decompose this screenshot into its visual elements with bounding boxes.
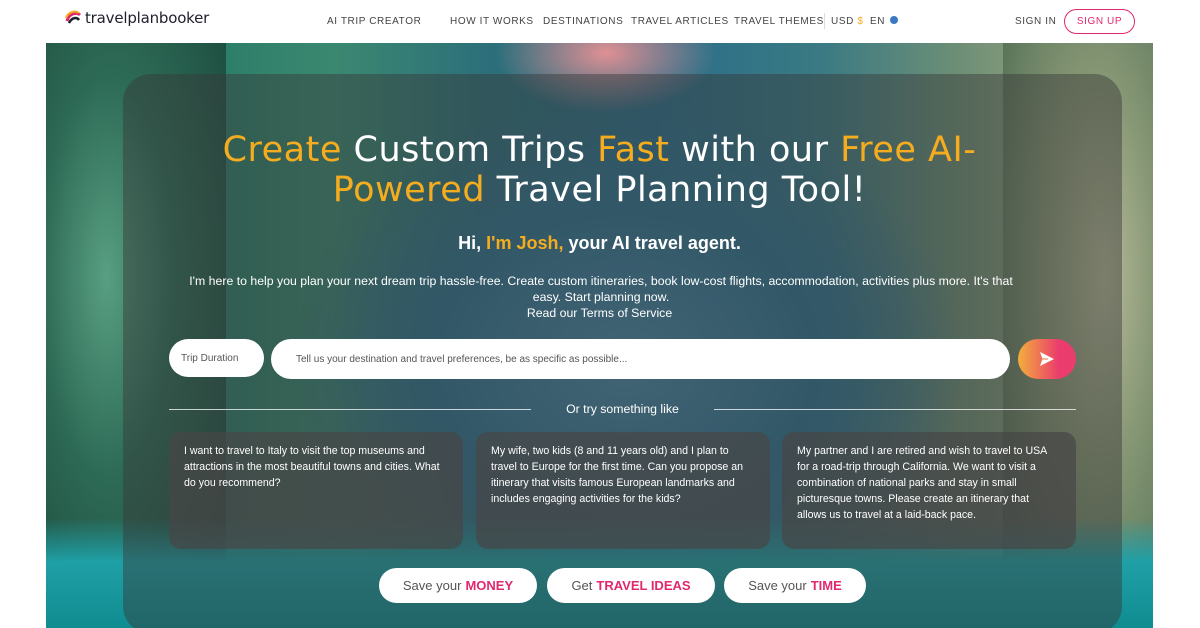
benefit-pill-travel-ideas: Get TRAVEL IDEAS <box>547 568 715 603</box>
currency-code: USD <box>831 16 854 27</box>
pill-text: Save your <box>748 578 807 593</box>
top-nav: travelplanbooker AI TRIP CREATOR HOW IT … <box>0 0 1200 43</box>
benefit-pill-money: Save your MONEY <box>379 568 537 603</box>
headline-part: Powered <box>332 170 486 210</box>
logo-text: travelplanbooker <box>85 9 210 27</box>
language-code: EN <box>870 16 886 27</box>
headline-part: Custom Trips <box>341 130 598 170</box>
suggestion-card[interactable]: My partner and I are retired and wish to… <box>782 432 1076 549</box>
agent-name: I'm Josh, <box>486 233 564 253</box>
suggestion-card[interactable]: My wife, two kids (8 and 11 years old) a… <box>476 432 770 549</box>
globe-icon <box>890 16 899 24</box>
benefit-pill-time: Save your TIME <box>724 568 866 603</box>
terms-link[interactable]: Read our Terms of Service <box>46 306 1153 320</box>
suggestions-divider: Or try something like <box>169 401 1076 419</box>
destination-query-input[interactable]: Tell us your destination and travel pref… <box>271 339 1010 379</box>
headline-part: with our <box>669 130 841 170</box>
nav-link-travel-articles[interactable]: TRAVEL ARTICLES <box>631 16 729 27</box>
currency-selector[interactable]: USD $ <box>831 16 863 27</box>
intro-text: I'm here to help you plan your next drea… <box>189 274 1013 304</box>
headline-part: Create <box>222 130 342 170</box>
greeting-pre: Hi, <box>458 233 487 253</box>
nav-link-travel-themes[interactable]: TRAVEL THEMES <box>734 16 824 27</box>
hero-section: Create Custom Trips Fast with our Free A… <box>46 43 1153 628</box>
trip-duration-select[interactable]: Trip Duration <box>169 339 264 377</box>
pill-emphasis: TRAVEL IDEAS <box>596 578 691 593</box>
pill-emphasis: TIME <box>810 578 842 593</box>
greeting-post: your AI travel agent. <box>563 233 741 253</box>
pill-emphasis: MONEY <box>465 578 514 593</box>
nav-link-destinations[interactable]: DESTINATIONS <box>543 16 623 27</box>
nav-link-how-it-works[interactable]: HOW IT WORKS <box>450 16 534 27</box>
send-icon <box>1040 352 1054 366</box>
divider-line <box>714 409 1076 410</box>
headline-part: Fast <box>597 130 670 170</box>
currency-symbol: $ <box>857 16 864 27</box>
nav-divider <box>824 13 825 29</box>
greeting: Hi, I'm Josh, your AI travel agent. <box>46 233 1153 254</box>
pill-text: Save your <box>402 578 462 593</box>
sign-in-link[interactable]: SIGN IN <box>1015 16 1056 27</box>
headline-part: Free AI- <box>840 130 977 170</box>
logo[interactable]: travelplanbooker <box>64 9 209 27</box>
pill-text: Get <box>571 578 593 593</box>
headline-part: Travel Planning Tool! <box>485 170 867 210</box>
sign-up-button[interactable]: SIGN UP <box>1064 9 1135 34</box>
suggestion-card[interactable]: I want to travel to Italy to visit the t… <box>169 432 463 549</box>
send-button[interactable] <box>1018 339 1076 379</box>
language-selector[interactable]: EN <box>870 16 899 27</box>
nav-link-ai-trip-creator[interactable]: AI TRIP CREATOR <box>327 16 421 27</box>
logo-mark-icon <box>64 9 82 27</box>
page-title: Create Custom Trips Fast with our Free A… <box>46 130 1153 210</box>
